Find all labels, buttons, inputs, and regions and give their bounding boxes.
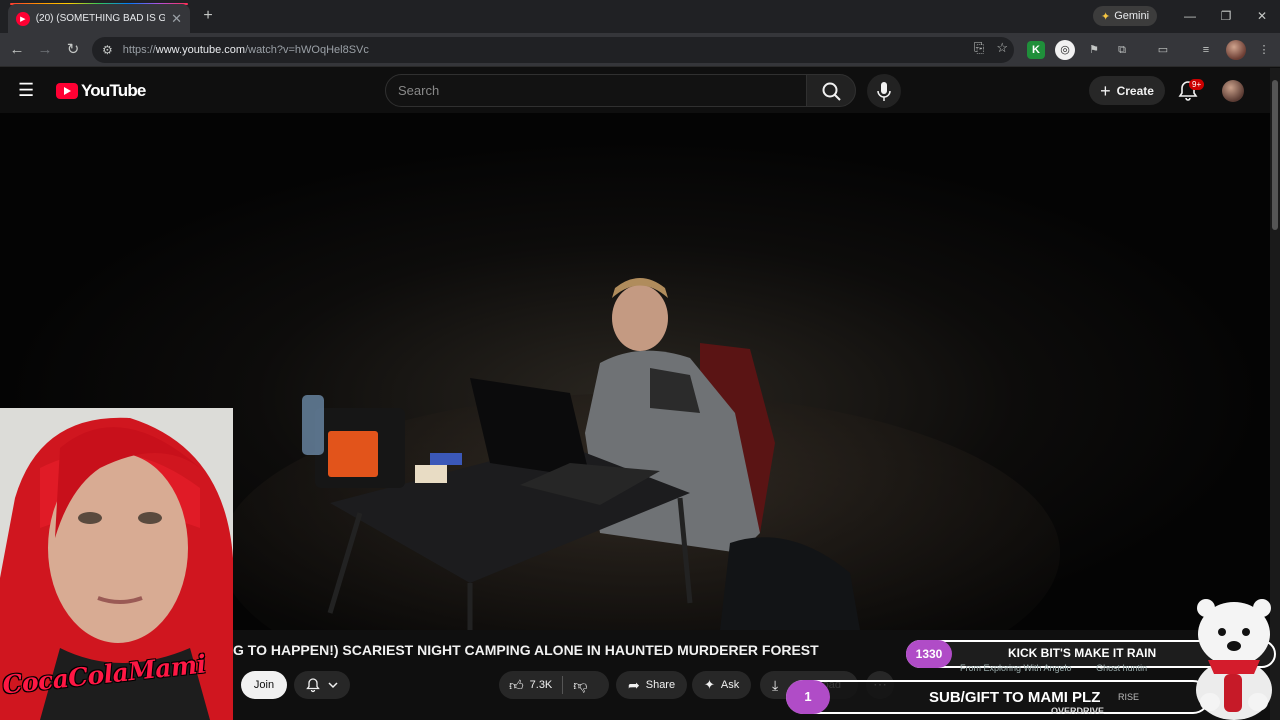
notification-count-badge: 9+ <box>1189 79 1205 90</box>
gemini-label: Gemini <box>1114 10 1150 22</box>
extension-flag-icon[interactable]: ⚑ <box>1084 40 1104 60</box>
sub-goal-count: 1 <box>786 680 830 714</box>
tab-title: (20) (SOMETHING BAD IS GOING TO HAPPEN!)… <box>35 13 166 24</box>
install-app-icon[interactable]: ⎘ <box>974 40 984 56</box>
tab-search-icon[interactable]: ▭ <box>1153 40 1173 60</box>
like-button[interactable]: 👍︎ 7.3K <box>499 671 562 699</box>
join-button[interactable]: Join <box>241 671 287 699</box>
bookmark-star-icon[interactable]: ☆ <box>996 40 1008 56</box>
scrollbar-thumb[interactable] <box>1272 80 1278 230</box>
dislike-button[interactable]: 👎︎ <box>563 671 597 699</box>
thumbs-down-icon: 👎︎ <box>573 676 588 693</box>
extension-circle-icon[interactable]: ◎ <box>1055 40 1075 60</box>
account-avatar[interactable] <box>1222 80 1244 102</box>
sub-goal-text: SUB/GIFT TO MAMI PLZ <box>929 689 1101 706</box>
youtube-masthead: ☰ YouTube + Create <box>0 68 1270 113</box>
thumbs-up-icon: 👍︎ <box>509 676 524 693</box>
like-count: 7.3K <box>529 679 553 691</box>
minimize-window-button[interactable]: — <box>1178 6 1202 26</box>
search-button[interactable] <box>806 74 856 107</box>
ask-sparkle-icon: ✦ <box>704 677 715 692</box>
recommendation-right: Ghost huntin <box>1096 663 1148 673</box>
ask-label: Ask <box>720 679 740 691</box>
reload-icon[interactable]: ↻ <box>62 39 84 61</box>
polar-bear-mascot-image <box>1196 599 1272 720</box>
search-input[interactable] <box>398 83 788 98</box>
voice-search-button[interactable] <box>867 74 901 108</box>
recommendation-left: From Exploring With Angelo <box>960 663 1072 673</box>
restore-window-button[interactable]: ❐ <box>1214 6 1238 26</box>
youtube-favicon-icon: ▶ <box>16 11 30 26</box>
url-path: /watch?v=hWOqHel8SVc <box>245 44 369 56</box>
channel-rise-text: RISE <box>1118 692 1140 702</box>
url-text[interactable]: https://www.youtube.com/watch?v=hWOqHel8… <box>123 44 369 56</box>
search-box[interactable] <box>385 74 807 107</box>
chevron-down-icon <box>328 682 338 689</box>
profile-avatar[interactable] <box>1226 40 1246 60</box>
share-arrow-icon: ➦ <box>628 676 640 693</box>
browser-tab-active[interactable]: ▶ (20) (SOMETHING BAD IS GOING TO HAPPEN… <box>8 4 190 33</box>
guide-menu-icon[interactable]: ☰ <box>18 80 38 100</box>
gemini-button[interactable]: ✦ Gemini <box>1093 6 1157 26</box>
omnibox-actions: ⎘ ☆ <box>974 40 1008 56</box>
kick-extension-icon[interactable]: K <box>1027 41 1045 59</box>
new-tab-button[interactable]: + <box>198 6 218 26</box>
recommendation-row-text: From Exploring With Angelo Ghost huntin <box>960 663 1147 673</box>
tab-close-icon[interactable]: ✕ <box>171 11 182 27</box>
forward-arrow-icon[interactable]: → <box>34 39 56 61</box>
kick-goal-count: 1330 <box>906 640 952 668</box>
address-bar[interactable]: ⚙ https://www.youtube.com/watch?v=hWOqHe… <box>92 37 1014 63</box>
search-icon <box>822 82 841 101</box>
url-prefix: https:// <box>122 44 156 56</box>
extensions-puzzle-icon[interactable]: ⧉ <box>1112 40 1132 60</box>
share-button[interactable]: ➦ Share <box>616 671 688 699</box>
like-dislike-group: 👍︎ 7.3K 👎︎ <box>499 671 609 699</box>
youtube-logo[interactable]: YouTube <box>56 81 146 101</box>
kick-goal-text: KICK BIT'S MAKE IT RAIN <box>1008 646 1157 660</box>
download-icon: ⤓ <box>772 676 779 693</box>
youtube-play-icon <box>56 83 78 99</box>
back-arrow-icon[interactable]: ← <box>6 39 28 61</box>
ask-button[interactable]: ✦ Ask <box>692 671 752 699</box>
youtube-wordmark: YouTube <box>81 81 146 100</box>
url-host: www.youtube.com <box>155 44 246 56</box>
media-controls-icon[interactable]: ≡ <box>1196 40 1216 60</box>
browser-tab-strip: ▶ (20) (SOMETHING BAD IS GOING TO HAPPEN… <box>0 0 1280 33</box>
site-settings-icon[interactable]: ⚙ <box>102 43 113 57</box>
plus-icon: + <box>1100 80 1111 101</box>
subscription-notification-button[interactable] <box>294 671 350 699</box>
gemini-sparkle-icon: ✦ <box>1100 10 1111 23</box>
close-window-button[interactable]: ✕ <box>1250 6 1274 26</box>
join-label: Join <box>253 679 275 691</box>
microphone-icon <box>877 82 891 101</box>
bell-icon <box>306 678 320 693</box>
video-title: G TO HAPPEN!) SCARIEST NIGHT CAMPING ALO… <box>233 642 819 658</box>
create-button[interactable]: + Create <box>1089 76 1165 105</box>
browser-menu-icon[interactable]: ⋮ <box>1254 40 1274 60</box>
channel-overdrive-text: OVERDRIVE <box>1051 706 1105 716</box>
share-label: Share <box>645 679 676 691</box>
create-label: Create <box>1116 83 1154 98</box>
